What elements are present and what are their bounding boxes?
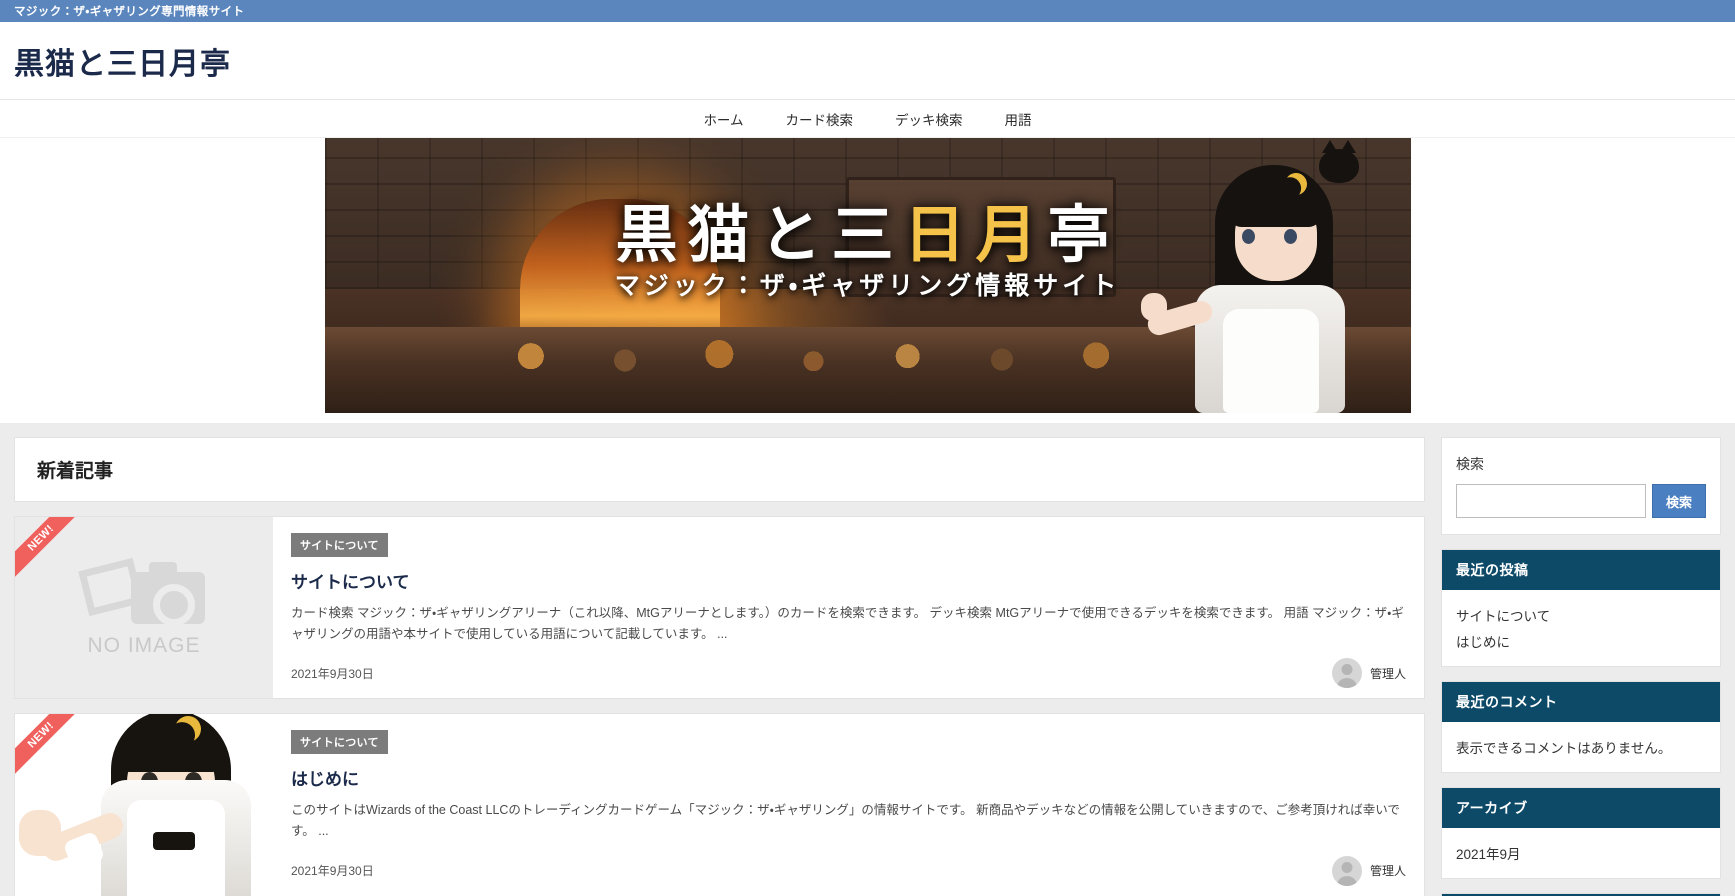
nav-item-home[interactable]: ホーム [703,109,743,129]
search-input[interactable] [1456,484,1646,518]
primary-navigation-bar: ホーム カード検索 デッキ検索 用語 [0,100,1735,138]
character-bangs [1228,183,1321,227]
post-title[interactable]: はじめに [291,765,1406,790]
post-category-badge[interactable]: サイトについて [291,533,388,557]
site-tagline: マジック：ザ・ギャザリング専門情報サイト [14,6,245,18]
character-apron [1222,309,1319,413]
post-date: 2021年9月30日 [291,864,374,878]
page-title: 新着記事 [37,461,114,482]
widget-body: 表示できるコメントはありません。 [1442,722,1720,772]
character-eye-right [1283,229,1297,244]
site-header: 黒猫と三日月亭 [0,22,1735,100]
character-hand [1140,293,1167,321]
post-thumbnail[interactable]: NEW! [15,714,273,896]
post-excerpt: このサイトはWizards of the Coast LLCのトレーディングカー… [291,803,1400,838]
post-excerpt: カード検索 マジック：ザ・ギャザリングアリーナ（これ以降、MtGアリーナとします… [291,606,1404,641]
hero-banner-image[interactable]: 黒猫と三日月亭 マジック：ザ・ギャザリング情報サイト [324,138,1411,413]
hero-title-part1: 黒猫と三 [615,201,904,270]
post-thumbnail[interactable]: NEW! NO IMAGE [15,517,273,699]
widget-title: 最近のコメント [1442,682,1720,722]
author-name: 管理人 [1369,666,1406,681]
character-neck-ribbon [153,832,195,851]
primary-navigation: ホーム カード検索 デッキ検索 用語 [703,109,1031,129]
search-button[interactable]: 検索 [1652,484,1706,518]
post-category-badge[interactable]: サイトについて [291,730,388,755]
sidebar: 検索 検索 最近の投稿 サイトについて はじめに 最近のコメント 表示できるコメ… [1441,437,1721,896]
post-meta: 2021年9月30日 管理人 [291,644,1406,689]
hero-title-moon: 日月 [903,201,1048,270]
post-body: サイトについて はじめに このサイトはWizards of the Coast … [273,714,1424,895]
recent-post-link[interactable]: はじめに [1456,628,1706,654]
widget-body: サイトについて はじめに [1442,590,1720,666]
nav-item-card-search[interactable]: カード検索 [786,109,854,129]
hero-title-part2: 亭 [1047,201,1120,270]
widget-body: 2021年9月 [1442,828,1720,878]
camera-body-icon [131,561,205,626]
section-header-card: 新着記事 [14,437,1425,502]
page-body: 新着記事 NEW! NO IMAGE サイトについて サイトについて カード検索… [0,423,1735,896]
character-eye-left [1241,229,1255,244]
post-author: 管理人 [1331,855,1406,886]
main-content-column: 新着記事 NEW! NO IMAGE サイトについて サイトについて カード検索… [14,437,1425,896]
hero-banner-wrapper: 黒猫と三日月亭 マジック：ザ・ギャザリング情報サイト [0,138,1735,423]
post-card[interactable]: NEW! NO IMAGE サイトについて サイトについて カード検索 マジック… [14,516,1425,700]
character-bangs [119,726,223,773]
widget-archives: アーカイブ 2021年9月 [1441,787,1721,879]
cat-icon [1318,140,1359,183]
camera-icon [78,557,205,628]
no-image-label: NO IMAGE [87,633,201,657]
post-body: サイトについて サイトについて カード検索 マジック：ザ・ギャザリングアリーナ（… [273,517,1424,698]
archive-link[interactable]: 2021年9月 [1456,840,1706,866]
hero-food-items [476,331,1150,373]
no-comments-message: 表示できるコメントはありません。 [1456,741,1672,756]
hero-character-illustration [1140,140,1381,413]
search-row: 検索 [1456,484,1706,518]
top-utility-bar: マジック：ザ・ギャザリング専門情報サイト [0,0,1735,22]
post-card[interactable]: NEW! サイトについて はじめに このサイトはWizards of the C… [14,713,1425,896]
widget-recent-comments: 最近のコメント 表示できるコメントはありません。 [1441,681,1721,773]
nav-item-glossary[interactable]: 用語 [1005,109,1032,129]
post-title[interactable]: サイトについて [291,568,1406,593]
nav-item-deck-search[interactable]: デッキ検索 [895,109,963,129]
widget-recent-posts: 最近の投稿 サイトについて はじめに [1441,549,1721,667]
post-author: 管理人 [1331,658,1406,689]
search-widget: 検索 検索 [1441,437,1721,535]
author-name: 管理人 [1369,864,1406,878]
post-thumbnail-illustration [15,714,273,896]
no-image-placeholder: NO IMAGE [78,557,205,658]
new-ribbon-badge: NEW! [15,517,87,584]
widget-title: アーカイブ [1442,788,1720,828]
widget-title: 最近の投稿 [1442,550,1720,590]
search-label: 検索 [1456,456,1484,472]
avatar [1331,658,1362,689]
character-hand [19,810,61,857]
site-title[interactable]: 黒猫と三日月亭 [14,39,231,83]
recent-post-link[interactable]: サイトについて [1456,602,1706,628]
post-meta: 2021年9月30日 管理人 [291,842,1406,886]
post-date: 2021年9月30日 [291,666,374,681]
avatar [1331,855,1362,886]
